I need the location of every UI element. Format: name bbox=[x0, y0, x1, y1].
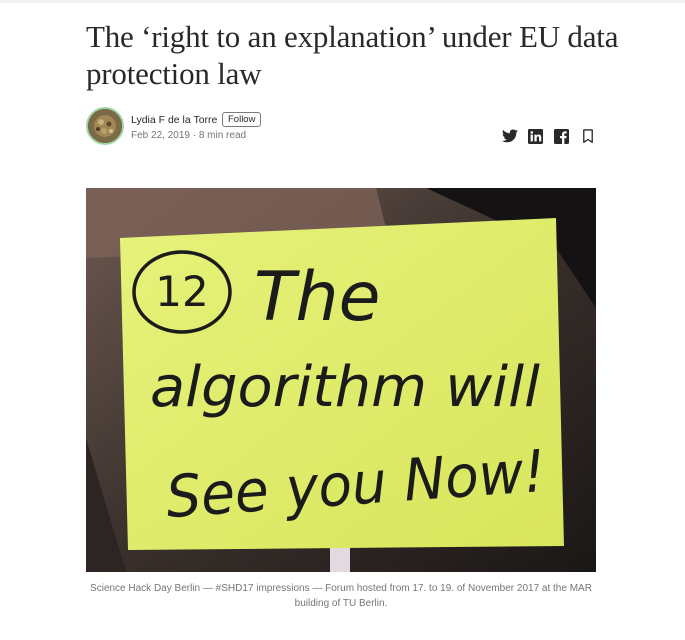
meta-separator: · bbox=[189, 130, 199, 141]
read-time: 8 min read bbox=[198, 130, 247, 141]
note-line-1: The bbox=[254, 258, 380, 337]
avatar[interactable] bbox=[86, 107, 124, 145]
note-line-2: algorithm will bbox=[150, 355, 540, 420]
image-caption: Science Hack Day Berlin — #SHD17 impress… bbox=[90, 583, 592, 609]
linkedin-icon[interactable] bbox=[527, 128, 544, 145]
share-bar bbox=[501, 127, 596, 145]
article-title: The ‘right to an explanation’ under EU d… bbox=[86, 19, 619, 91]
twitter-icon[interactable] bbox=[501, 128, 518, 145]
post-meta: Feb 22, 2019 · 8 min read bbox=[131, 130, 246, 141]
bookmark-icon[interactable] bbox=[579, 128, 596, 145]
top-divider bbox=[0, 0, 685, 3]
author-name[interactable]: Lydia F de la Torre bbox=[131, 114, 217, 126]
publish-date: Feb 22, 2019 bbox=[131, 130, 190, 141]
follow-button[interactable]: Follow bbox=[222, 112, 262, 127]
byline: Lydia F de la Torre Follow Feb 22, 2019 … bbox=[86, 107, 596, 149]
facebook-icon[interactable] bbox=[553, 128, 570, 145]
note-number: 12 bbox=[155, 267, 208, 316]
hero-image: 12 The algorithm will See you Now! bbox=[86, 188, 596, 572]
